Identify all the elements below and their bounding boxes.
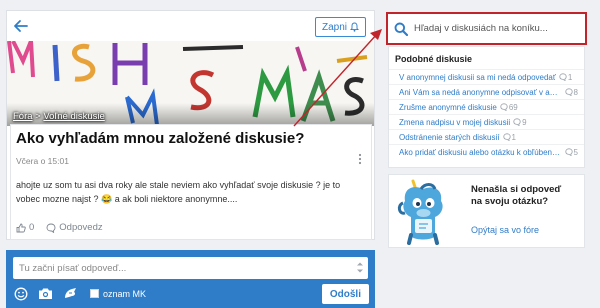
list-item[interactable]: V anonymnej diskusii sa mi nedá odpoveda… bbox=[389, 69, 584, 84]
bell-icon bbox=[350, 22, 359, 32]
thumbs-up-icon bbox=[16, 223, 26, 232]
reply-count-value: 1 bbox=[567, 72, 573, 82]
list-item-label: Ani Vám sa nedá anonymne odpisovať v ano… bbox=[399, 87, 562, 97]
resize-handle-icon[interactable] bbox=[356, 262, 364, 273]
list-item-label: Odstránenie starých diskusií bbox=[399, 132, 500, 142]
reply-count: 69 bbox=[500, 103, 518, 112]
breadcrumb: Fóra > Voľné diskusie bbox=[13, 111, 105, 122]
reply-count: 9 bbox=[513, 117, 527, 127]
like-count: 0 bbox=[29, 222, 35, 233]
anonymous-label: oznam MK bbox=[103, 288, 147, 299]
post-actions: 0 Odpovedz bbox=[16, 222, 103, 233]
list-item[interactable]: Zmena nadpisu v mojej diskusii 9 bbox=[389, 114, 584, 129]
reply-count-value: 9 bbox=[522, 117, 527, 127]
like-button[interactable]: 0 bbox=[16, 222, 34, 233]
help-card: Nenašla si odpoveď na svoju otázku? Opýt… bbox=[388, 174, 585, 248]
reply-count: 1 bbox=[502, 132, 516, 142]
anonymous-checkbox[interactable]: oznam MK bbox=[90, 289, 146, 299]
camera-icon[interactable] bbox=[38, 286, 53, 301]
comment-icon bbox=[500, 103, 508, 111]
comment-icon bbox=[564, 88, 573, 96]
reply-count-value: 5 bbox=[573, 147, 578, 157]
more-options-icon[interactable] bbox=[355, 153, 365, 165]
follow-button[interactable]: Zapni bbox=[314, 17, 366, 37]
breadcrumb-section-link[interactable]: Voľné diskusie bbox=[43, 111, 104, 122]
similar-list: V anonymnej diskusii sa mi nedá odpoveda… bbox=[389, 69, 584, 159]
list-item[interactable]: Odstránenie starých diskusií 1 bbox=[389, 129, 584, 144]
reply-toolbar: oznam MK bbox=[13, 286, 146, 301]
comment-icon bbox=[502, 133, 511, 141]
top-bar: Zapni bbox=[7, 11, 374, 41]
comment-icon bbox=[513, 118, 521, 126]
list-item-label: V anonymnej diskusii sa mi nedá odpoveda… bbox=[399, 72, 556, 82]
emoji-icon[interactable] bbox=[13, 286, 28, 301]
unicorn-mascot-icon bbox=[397, 179, 443, 245]
reply-count-value: 8 bbox=[573, 87, 578, 97]
reply-textarea[interactable]: Tu začni písať odpoveď... bbox=[13, 257, 368, 279]
list-item-label: Zmena nadpisu v mojej diskusii bbox=[399, 117, 511, 127]
reply-link[interactable]: Odpovedz bbox=[46, 222, 103, 233]
help-title: Nenašla si odpoveď na svoju otázku? bbox=[471, 184, 562, 207]
reply-count-value: 69 bbox=[508, 102, 518, 112]
list-item[interactable]: Zrušme anonymné diskusie 69 bbox=[389, 99, 584, 114]
list-item-label: Zrušme anonymné diskusie bbox=[399, 102, 497, 112]
post-body: ahojte uz som tu asi dva roky ale stale … bbox=[16, 180, 341, 204]
ask-in-forum-link[interactable]: Opýtaj sa vo fóre bbox=[471, 225, 539, 235]
similar-discussions: Podobné diskusie V anonymnej diskusii sa… bbox=[388, 46, 585, 168]
sticker-icon[interactable] bbox=[63, 286, 78, 301]
post-title: Ako vyhľadám mnou založené diskusie? bbox=[16, 130, 305, 147]
post: Ako vyhľadám mnou založené diskusie? Vče… bbox=[10, 124, 372, 240]
similar-title: Podobné diskusie bbox=[395, 54, 473, 64]
back-arrow-icon[interactable] bbox=[13, 18, 29, 34]
list-item[interactable]: Ani Vám sa nedá anonymne odpisovať v ano… bbox=[389, 84, 584, 99]
send-button[interactable]: Odošli bbox=[321, 284, 369, 304]
reply-count: 1 bbox=[559, 73, 572, 82]
post-date: Včera o 15:01 bbox=[16, 156, 69, 166]
breadcrumb-separator: > bbox=[32, 111, 44, 122]
list-item-label: Ako pridať diskusiu alebo otázku k obľúb… bbox=[399, 147, 562, 157]
follow-label: Zapni bbox=[321, 21, 347, 33]
comment-icon bbox=[559, 73, 567, 81]
search-box[interactable] bbox=[386, 12, 587, 45]
search-icon bbox=[394, 22, 408, 36]
reply-count: 8 bbox=[564, 87, 578, 97]
comment-icon bbox=[46, 223, 56, 233]
checkbox-box[interactable] bbox=[90, 289, 99, 298]
list-item[interactable]: Ako pridať diskusiu alebo otázku k obľúb… bbox=[389, 144, 584, 159]
reply-count: 5 bbox=[564, 147, 578, 157]
reply-count-value: 1 bbox=[511, 132, 516, 142]
reply-link-label: Odpovedz bbox=[59, 222, 103, 233]
breadcrumb-forum-link[interactable]: Fóra bbox=[13, 111, 33, 122]
reply-box: Tu začni písať odpoveď... oznam MK Odošl… bbox=[6, 250, 375, 308]
section-banner: Fóra > Voľné diskusie bbox=[7, 41, 374, 126]
comment-icon bbox=[564, 148, 573, 156]
search-input[interactable] bbox=[414, 23, 574, 34]
discussion-card: Zapni Fóra > Voľné diskusie Ako vyhľadám… bbox=[6, 10, 375, 240]
reply-placeholder: Tu začni písať odpoveď... bbox=[19, 263, 127, 274]
